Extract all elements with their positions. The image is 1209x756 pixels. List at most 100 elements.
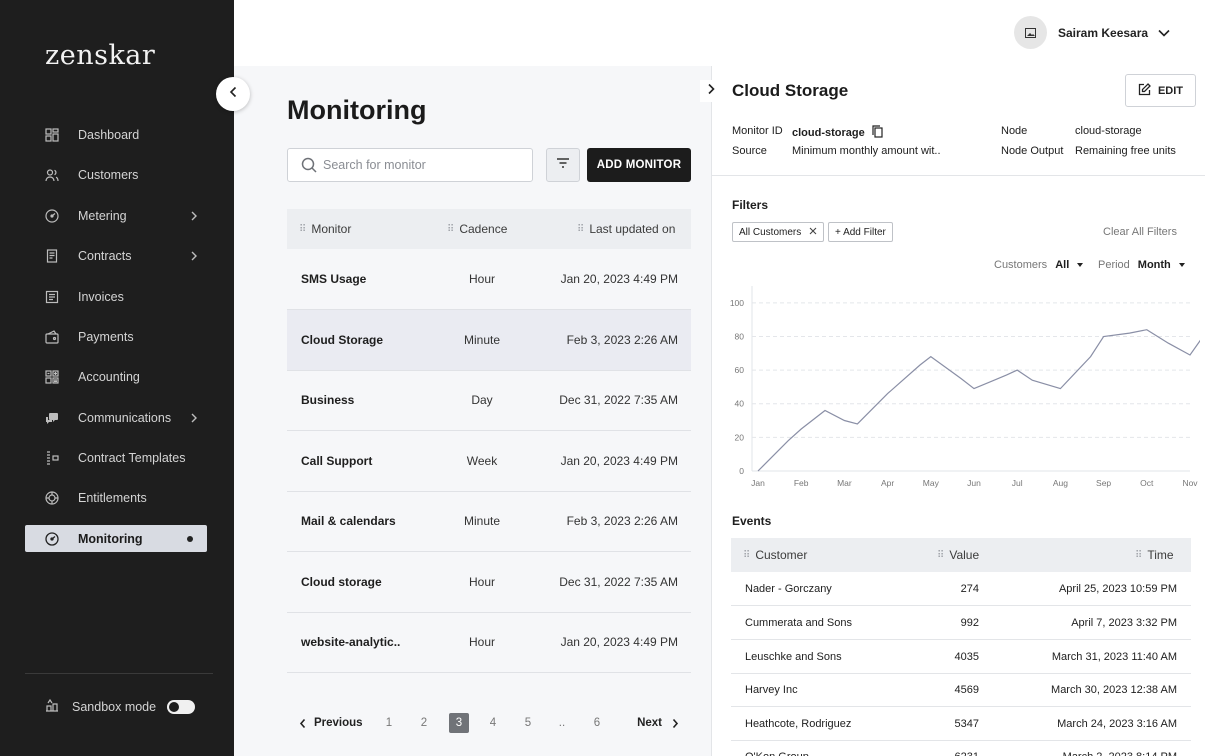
collapse-sidebar-button[interactable] bbox=[216, 77, 250, 111]
event-row[interactable]: Cummerata and Sons 992 April 7, 2023 3:3… bbox=[731, 606, 1191, 640]
sidebar-item-payments[interactable]: Payments bbox=[25, 323, 207, 350]
series-line bbox=[757, 329, 1200, 472]
node-value: cloud-storage bbox=[1075, 125, 1142, 137]
sandbox-label: Sandbox mode bbox=[72, 700, 157, 714]
drag-handle-icon[interactable]: ⠿ bbox=[1135, 550, 1142, 561]
page-number[interactable]: 2 bbox=[414, 713, 434, 733]
expand-detail-button[interactable] bbox=[700, 80, 722, 102]
x-tick-label: Aug bbox=[1053, 478, 1068, 488]
column-header-monitor[interactable]: ⠿ Monitor bbox=[299, 209, 351, 249]
copy-icon[interactable] bbox=[872, 125, 883, 141]
page-number[interactable]: 4 bbox=[483, 713, 503, 733]
sidebar-item-contracts[interactable]: Contracts bbox=[25, 242, 207, 269]
search-box[interactable] bbox=[287, 148, 533, 182]
sidebar-item-dashboard[interactable]: Dashboard bbox=[25, 121, 207, 148]
user-menu[interactable]: Sairam Keesara bbox=[1014, 16, 1170, 49]
table-row[interactable]: SMS Usage Hour Jan 20, 2023 4:49 PM bbox=[287, 249, 691, 310]
add-monitor-button[interactable]: ADD MONITOR bbox=[587, 148, 691, 182]
customers-label: Customers bbox=[994, 259, 1048, 271]
column-header-customer[interactable]: ⠿ Customer bbox=[743, 538, 807, 572]
sidebar-item-metering[interactable]: Metering bbox=[25, 202, 207, 229]
event-row[interactable]: Harvey Inc 4569 March 30, 2023 12:38 AM bbox=[731, 673, 1191, 707]
drag-handle-icon[interactable]: ⠿ bbox=[299, 224, 306, 235]
monitor-name: Mail & calendars bbox=[301, 514, 396, 528]
table-row[interactable]: Mail & calendars Minute Feb 3, 2023 2:26… bbox=[287, 491, 691, 552]
column-label: Monitor bbox=[311, 222, 352, 236]
previous-page-button[interactable]: Previous bbox=[299, 712, 363, 734]
invoice-icon bbox=[45, 290, 59, 304]
event-row[interactable]: Leuschke and Sons 4035 March 31, 2023 11… bbox=[731, 640, 1191, 674]
column-label: Time bbox=[1147, 548, 1174, 562]
table-row[interactable]: Cloud storage Hour Dec 31, 2022 7:35 AM bbox=[287, 552, 691, 613]
page-number-current[interactable]: 3 bbox=[449, 713, 469, 733]
drag-handle-icon[interactable]: ⠿ bbox=[937, 550, 944, 561]
column-label: Customer bbox=[755, 548, 808, 562]
monitor-cadence: Hour bbox=[468, 635, 495, 649]
page-number[interactable]: 6 bbox=[587, 713, 607, 733]
sidebar-item-contract-templates[interactable]: Contract Templates bbox=[25, 444, 207, 471]
customers-value: All bbox=[1055, 259, 1070, 271]
search-input[interactable] bbox=[323, 158, 523, 172]
detail-panel-border bbox=[711, 66, 712, 756]
table-row[interactable]: Call Support Week Jan 20, 2023 4:49 PM bbox=[287, 431, 691, 492]
toggle-knob bbox=[169, 702, 179, 712]
filter-button[interactable] bbox=[546, 148, 580, 182]
drag-handle-icon[interactable]: ⠿ bbox=[577, 224, 584, 235]
x-tick-label: May bbox=[923, 478, 940, 488]
monitor-cadence: Minute bbox=[463, 333, 501, 347]
chevron-right-icon bbox=[189, 413, 199, 423]
column-label: Last updated on bbox=[589, 222, 676, 236]
drag-handle-icon[interactable]: ⠿ bbox=[743, 550, 750, 561]
search-icon bbox=[301, 157, 317, 173]
page-number[interactable]: 5 bbox=[518, 713, 538, 733]
customers-selector[interactable]: Customers All bbox=[994, 259, 1084, 271]
x-tick-label: Apr bbox=[881, 478, 894, 488]
chevron-right-icon bbox=[189, 251, 199, 261]
column-label: Value bbox=[949, 548, 980, 562]
sandbox-mode: Sandbox mode bbox=[45, 697, 195, 717]
table-row[interactable]: website-analytic.. Hour Jan 20, 2023 4:4… bbox=[287, 612, 691, 673]
brand-logo[interactable]: zenskar bbox=[45, 40, 155, 71]
period-selector[interactable]: Period Month bbox=[1098, 259, 1185, 271]
monitor-name: Cloud Storage bbox=[301, 333, 384, 347]
add-filter-button[interactable]: + Add Filter bbox=[828, 222, 893, 242]
sidebar-item-accounting[interactable]: Accounting bbox=[25, 363, 207, 390]
monitor-updated: Jan 20, 2023 4:49 PM bbox=[560, 454, 678, 468]
x-tick-label: Jun bbox=[967, 478, 981, 488]
monitor-name: SMS Usage bbox=[301, 272, 367, 286]
monitor-updated: Dec 31, 2022 7:35 AM bbox=[559, 575, 678, 589]
event-row[interactable]: O'Kon Group 6231 March 2, 2023 8:14 PM bbox=[731, 740, 1191, 756]
monitor-name: website-analytic.. bbox=[301, 635, 401, 649]
column-header-last-updated[interactable]: ⠿ Last updated on bbox=[577, 209, 675, 249]
column-header-time[interactable]: ⠿ Time bbox=[1135, 538, 1174, 572]
x-tick-label: Nov bbox=[1182, 478, 1198, 488]
close-icon[interactable] bbox=[809, 227, 817, 238]
monitor-id: cloud-storage bbox=[792, 125, 883, 141]
table-row[interactable]: Business Day Dec 31, 2022 7:35 AM bbox=[287, 370, 691, 431]
filter-chip[interactable]: All Customers bbox=[732, 222, 825, 242]
sidebar-item-monitoring[interactable]: Monitoring bbox=[25, 525, 207, 552]
event-customer: Cummerata and Sons bbox=[745, 616, 852, 629]
table-row-selected[interactable]: Cloud Storage Minute Feb 3, 2023 2:26 AM bbox=[287, 310, 691, 371]
event-row[interactable]: Nader - Gorczany 274 April 25, 2023 10:5… bbox=[731, 572, 1191, 606]
event-value: 5347 bbox=[954, 717, 979, 730]
monitoring-icon bbox=[45, 531, 59, 546]
event-row[interactable]: Heathcote, Rodriguez 5347 March 24, 2023… bbox=[731, 707, 1191, 741]
event-customer: Leuschke and Sons bbox=[745, 650, 842, 663]
next-page-button[interactable]: Next bbox=[637, 712, 679, 734]
event-time: March 31, 2023 11:40 AM bbox=[1051, 650, 1177, 663]
column-header-cadence[interactable]: ⠿ Cadence bbox=[447, 209, 507, 249]
drag-handle-icon[interactable]: ⠿ bbox=[447, 224, 454, 235]
sidebar-item-label: Customers bbox=[78, 167, 139, 182]
clear-all-filters-link[interactable]: Clear All Filters bbox=[1103, 226, 1177, 238]
sandbox-toggle[interactable] bbox=[167, 700, 195, 714]
sidebar-item-communications[interactable]: Communications bbox=[25, 404, 207, 431]
sidebar-item-entitlements[interactable]: Entitlements bbox=[25, 484, 207, 511]
sidebar-item-customers[interactable]: Customers bbox=[25, 161, 207, 188]
column-header-value[interactable]: ⠿ Value bbox=[937, 538, 979, 572]
sidebar-item-invoices[interactable]: Invoices bbox=[25, 283, 207, 310]
page-number[interactable]: 1 bbox=[379, 713, 399, 733]
edit-button[interactable]: EDIT bbox=[1125, 74, 1196, 107]
column-label: Cadence bbox=[459, 222, 508, 236]
event-customer: Heathcote, Rodriguez bbox=[745, 717, 852, 730]
